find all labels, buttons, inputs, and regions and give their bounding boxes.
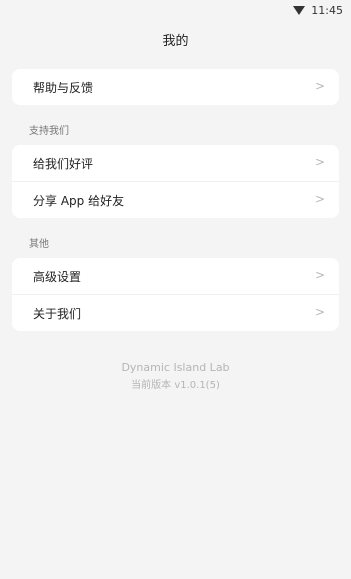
help-feedback-item[interactable]: 帮助与反馈 >: [12, 69, 339, 105]
chevron-right-icon: >: [314, 305, 325, 319]
rate-us-item[interactable]: 给我们好评 >: [12, 145, 339, 181]
support-card: 给我们好评 > 分享 App 给好友 >: [12, 145, 339, 218]
page-title: 我的: [162, 34, 189, 49]
wifi-icon: [293, 6, 306, 15]
help-card: 帮助与反馈 >: [12, 69, 339, 105]
chevron-right-icon: >: [314, 268, 325, 282]
footer: Dynamic Island Lab 当前版本 v1.0.1(5): [0, 359, 351, 395]
section-support-label: 支持我们: [29, 126, 69, 137]
status-time: 11:45: [311, 3, 343, 17]
chevron-right-icon: >: [314, 192, 325, 206]
about-us-item[interactable]: 关于我们 >: [12, 294, 339, 331]
advanced-settings-item[interactable]: 高级设置 >: [12, 258, 339, 294]
rate-us-label: 给我们好评: [33, 156, 94, 171]
chevron-right-icon: >: [314, 79, 325, 93]
help-feedback-label: 帮助与反馈: [33, 80, 94, 95]
other-card: 高级设置 > 关于我们 >: [12, 258, 339, 331]
advanced-settings-label: 高级设置: [33, 269, 82, 284]
section-other-label: 其他: [29, 239, 49, 250]
status-bar: 11:45: [0, 0, 351, 20]
chevron-right-icon: >: [314, 155, 325, 169]
app-version: 当前版本 v1.0.1(5): [131, 380, 220, 391]
share-app-item[interactable]: 分享 App 给好友 >: [12, 181, 339, 218]
about-us-label: 关于我们: [33, 306, 82, 321]
app-name: Dynamic Island Lab: [121, 361, 230, 374]
share-app-label: 分享 App 给好友: [33, 193, 125, 208]
